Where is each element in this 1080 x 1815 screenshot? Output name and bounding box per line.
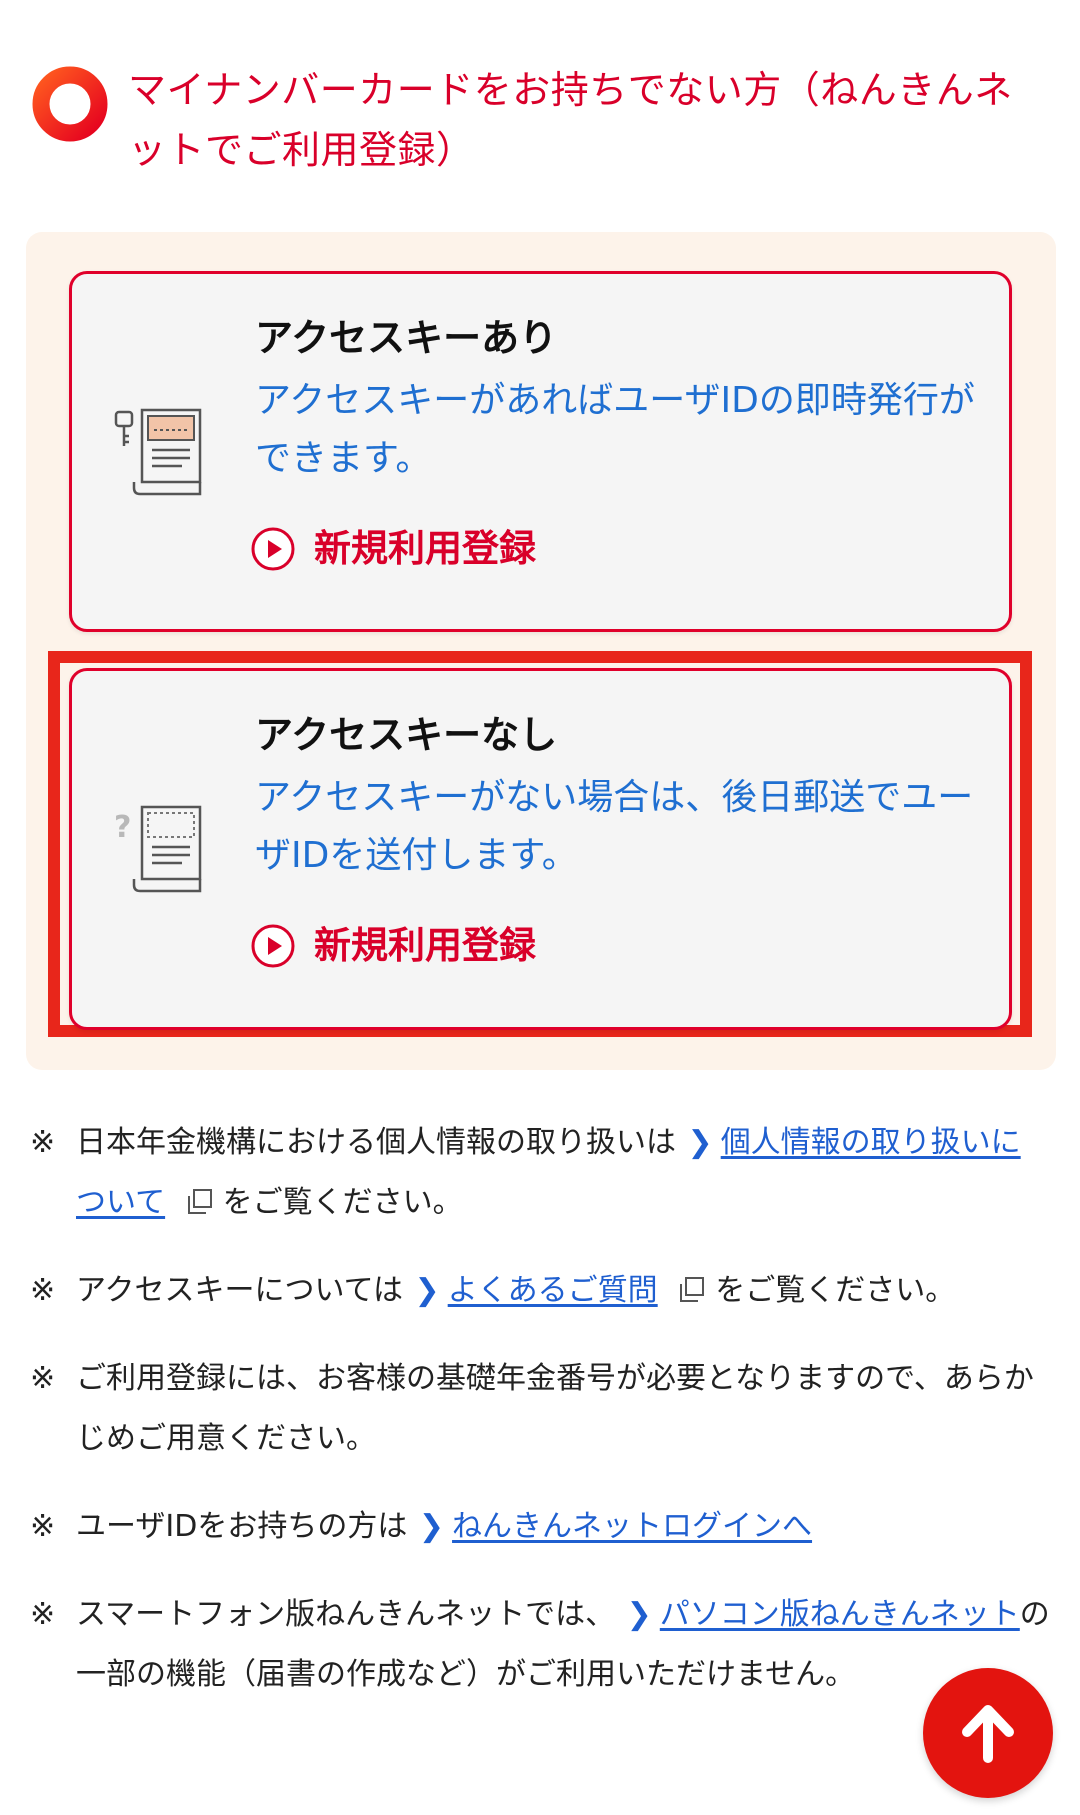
- arrow-up-icon: [962, 1705, 1014, 1763]
- card-title: アクセスキーあり: [255, 316, 558, 360]
- note-mark: ※: [30, 1125, 56, 1160]
- nenkin-net-login-link[interactable]: ねんきんネットログインへ: [452, 1509, 812, 1544]
- note-privacy: ※ 日本年金機構における個人情報の取り扱いは ❯ 個人情報の取り扱いについて をご…: [30, 1113, 1050, 1233]
- note-mark: ※: [30, 1509, 56, 1544]
- back-to-top-button[interactable]: [923, 1668, 1053, 1798]
- external-link-icon: [680, 1277, 705, 1302]
- note-text: をご覧ください。: [222, 1185, 463, 1220]
- section-title: マイナンバーカードをお持ちでない方（ねんきんネットでご利用登録）: [128, 68, 1013, 172]
- chevron-right-icon: ❯: [414, 1273, 440, 1308]
- pc-version-link[interactable]: パソコン版ねんきんネット: [660, 1597, 1020, 1632]
- play-circle-icon: [251, 527, 295, 571]
- external-link-icon: [187, 1189, 212, 1214]
- card-title: アクセスキーなし: [255, 713, 558, 757]
- notes-list: ※ 日本年金機構における個人情報の取り扱いは ❯ 個人情報の取り扱いについて をご…: [30, 1113, 1050, 1705]
- access-key-card[interactable]: アクセスキーあり アクセスキーがあればユーザIDの即時発行ができます。 新規利用…: [69, 271, 1012, 632]
- chevron-right-icon: ❯: [687, 1125, 713, 1160]
- section-header: マイナンバーカードをお持ちでない方（ねんきんネットでご利用登録）: [30, 60, 1050, 180]
- card-description: アクセスキーがあればユーザIDの即時発行ができます。: [255, 380, 975, 479]
- note-text: ご利用登録には、お客様の基礎年金番号が必要となりますので、あらかじめご用意くださ…: [76, 1361, 1034, 1456]
- note-pc-version: ※ スマートフォン版ねんきんネットでは、 ❯ パソコン版ねんきんネットの一部の機能…: [30, 1585, 1050, 1705]
- faq-link[interactable]: よくあるご質問: [448, 1273, 658, 1308]
- new-registration-label: 新規利用登録: [314, 527, 536, 570]
- new-registration-link-with-key[interactable]: 新規利用登録: [250, 524, 536, 574]
- ring-icon: [32, 66, 108, 142]
- new-registration-label: 新規利用登録: [314, 924, 536, 967]
- note-mark: ※: [30, 1273, 56, 1308]
- card-body: アクセスキーあり アクセスキーがあればユーザIDの即時発行ができます。: [255, 310, 975, 488]
- note-mark: ※: [30, 1361, 56, 1396]
- note-basic-number: ※ ご利用登録には、お客様の基礎年金番号が必要となりますので、あらかじめご用意く…: [30, 1349, 1050, 1469]
- note-login: ※ ユーザIDをお持ちの方は ❯ ねんきんネットログインへ: [30, 1497, 1050, 1557]
- chevron-right-icon: ❯: [418, 1509, 445, 1544]
- question-document-icon: ?: [114, 805, 202, 893]
- note-text: スマートフォン版ねんきんネットでは、: [76, 1597, 616, 1632]
- new-registration-link-without-key[interactable]: 新規利用登録: [250, 921, 536, 971]
- card-description: アクセスキーがない場合は、後日郵送でユーザIDを送付します。: [255, 777, 974, 876]
- key-document-icon: [114, 408, 202, 496]
- note-faq: ※ アクセスキーについては ❯ よくあるご質問 をご覧ください。: [30, 1261, 1050, 1321]
- note-mark: ※: [30, 1597, 56, 1632]
- card-body: アクセスキーなし アクセスキーがない場合は、後日郵送でユーザIDを送付します。: [255, 707, 975, 885]
- note-text: をご覧ください。: [715, 1273, 956, 1308]
- chevron-right-icon: ❯: [626, 1597, 652, 1632]
- play-circle-icon: [251, 924, 295, 968]
- svg-text:?: ?: [114, 810, 131, 845]
- note-text: ユーザIDをお持ちの方は: [76, 1509, 408, 1544]
- note-text: 日本年金機構における個人情報の取り扱いは: [76, 1125, 676, 1160]
- no-access-key-card[interactable]: ? アクセスキーなし アクセスキーがない場合は、後日郵送でユーザIDを送付します…: [69, 668, 1012, 1030]
- note-text: アクセスキーについては: [76, 1273, 403, 1308]
